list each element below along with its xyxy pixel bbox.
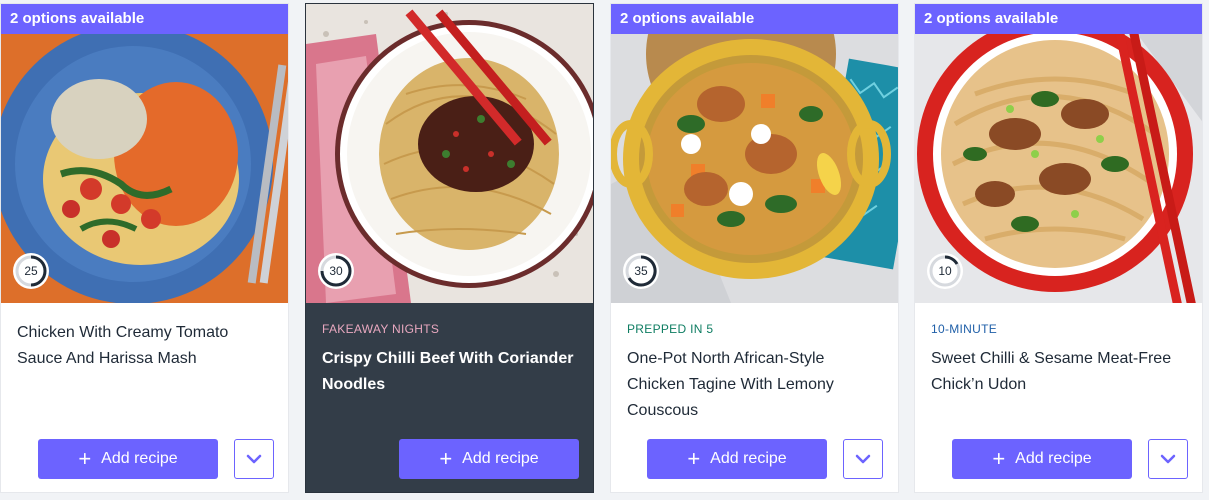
- cook-time: 35: [634, 264, 648, 278]
- plus-icon: +: [687, 446, 701, 471]
- chevron-down-icon: [1160, 454, 1176, 464]
- recipe-title[interactable]: One-Pot North African-Style Chicken Tagi…: [627, 346, 882, 424]
- cook-time: 30: [329, 264, 343, 278]
- cook-time-indicator: 35: [623, 253, 659, 289]
- cook-time-indicator: 25: [13, 253, 49, 289]
- recipe-tag: FAKEAWAY NIGHTS: [322, 322, 440, 336]
- recipe-tag: 10-MINUTE: [931, 322, 998, 336]
- recipe-options-toggle[interactable]: [1148, 439, 1188, 479]
- recipe-card[interactable]: 2 options available 10 10-MINUTE Sweet C…: [914, 3, 1203, 493]
- recipe-image[interactable]: 2 options available 10: [915, 4, 1202, 303]
- add-recipe-button[interactable]: + Add recipe: [399, 439, 579, 479]
- add-recipe-label: Add recipe: [1015, 450, 1092, 467]
- options-available-badge: 2 options available: [915, 4, 1202, 34]
- chevron-down-icon: [246, 454, 262, 464]
- plus-icon: +: [78, 446, 92, 471]
- recipe-tag: PREPPED IN 5: [627, 322, 714, 336]
- recipe-title[interactable]: Chicken With Creamy Tomato Sauce And Har…: [17, 320, 272, 372]
- recipe-image[interactable]: 2 options available 25: [1, 4, 288, 303]
- add-recipe-button[interactable]: + Add recipe: [647, 439, 827, 479]
- add-recipe-button[interactable]: + Add recipe: [952, 439, 1132, 479]
- options-available-badge: 2 options available: [611, 4, 898, 34]
- recipe-card[interactable]: 2 options available 25 Chicken With Crea…: [0, 3, 289, 493]
- cook-time: 25: [24, 264, 38, 278]
- add-recipe-label: Add recipe: [462, 450, 539, 467]
- add-recipe-label: Add recipe: [101, 450, 178, 467]
- recipe-card-featured[interactable]: 30 FAKEAWAY NIGHTS Crispy Chilli Beef Wi…: [305, 3, 594, 493]
- cook-time-indicator: 10: [927, 253, 963, 289]
- recipe-image[interactable]: 30: [306, 4, 593, 303]
- recipe-title[interactable]: Crispy Chilli Beef With Coriander Noodle…: [322, 346, 577, 398]
- recipe-image[interactable]: 2 options available 35: [611, 4, 898, 303]
- cook-time-indicator: 30: [318, 253, 354, 289]
- plus-icon: +: [439, 446, 453, 471]
- cook-time: 10: [938, 264, 952, 278]
- recipe-options-toggle[interactable]: [843, 439, 883, 479]
- add-recipe-label: Add recipe: [710, 450, 787, 467]
- options-available-badge: 2 options available: [1, 4, 288, 34]
- chevron-down-icon: [855, 454, 871, 464]
- plus-icon: +: [992, 446, 1006, 471]
- add-recipe-button[interactable]: + Add recipe: [38, 439, 218, 479]
- recipe-card[interactable]: 2 options available 35 PREPPED IN 5 One-…: [610, 3, 899, 493]
- recipe-options-toggle[interactable]: [234, 439, 274, 479]
- recipe-title[interactable]: Sweet Chilli & Sesame Meat-Free Chick’n …: [931, 346, 1186, 398]
